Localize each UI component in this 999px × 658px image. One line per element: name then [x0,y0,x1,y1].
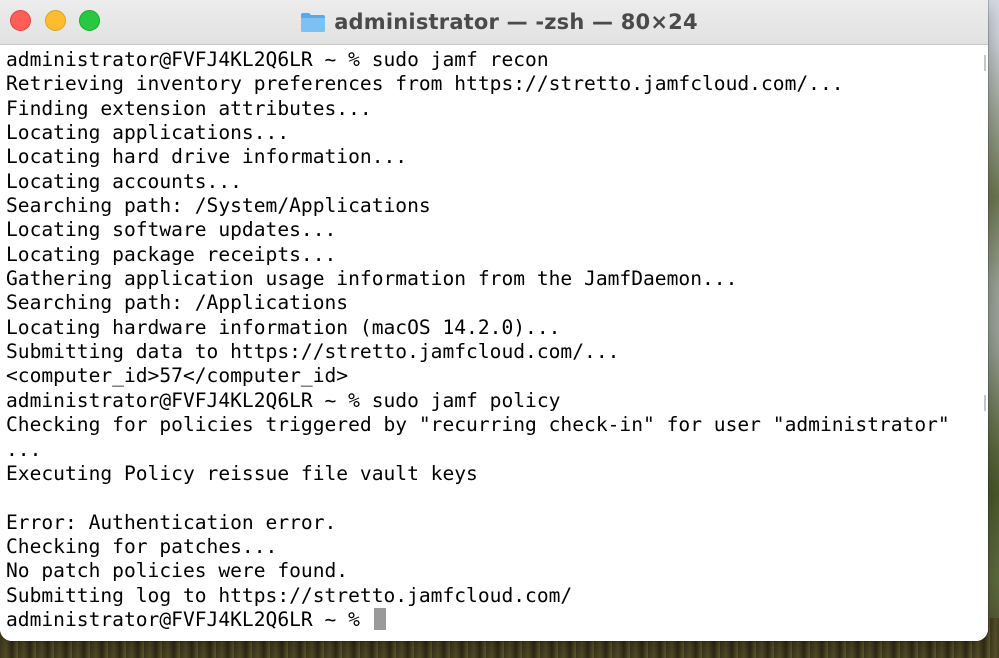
terminal-line: Locating hardware information (macOS 14.… [6,316,988,340]
prompt-mark-right [984,55,986,71]
terminal-line-text: Checking for policies triggered by "recu… [6,413,950,437]
terminal-line: No patch policies were found. [6,559,988,583]
terminal-line: Finding extension attributes... [6,97,988,121]
terminal-line: Error: Authentication error. [6,511,988,535]
terminal-line-text: Locating hardware information (macOS 14.… [6,315,561,339]
terminal-line-text: Retrieving inventory preferences from ht… [6,72,844,96]
terminal-line: Submitting data to https://stretto.jamfc… [6,340,988,364]
terminal-window[interactable]: administrator — -zsh — 80×24 administrat… [0,0,988,641]
terminal-output: administrator@FVFJ4KL2Q6LR ~ % sudo jamf… [6,48,988,632]
terminal-line: Retrieving inventory preferences from ht… [6,72,988,96]
terminal-line: Locating accounts... [6,170,988,194]
terminal-line: Checking for patches... [6,535,988,559]
terminal-line: <computer_id>57</computer_id> [6,364,988,388]
folder-icon [300,11,326,33]
terminal-line-text: Gathering application usage information … [6,267,738,291]
terminal-line: administrator@FVFJ4KL2Q6LR ~ % [6,607,988,632]
terminal-line-text: Locating package receipts... [6,242,337,266]
terminal-line: Checking for policies triggered by "recu… [6,413,988,437]
window-title: administrator — -zsh — 80×24 [334,10,698,34]
terminal-line-text: ... [6,437,42,461]
terminal-line-text: No patch policies were found. [6,559,349,583]
terminal-line: Locating package receipts... [6,243,988,267]
terminal-line-text: Error: Authentication error. [6,510,337,534]
terminal-line-text: Checking for patches... [6,534,278,558]
terminal-line-text: Submitting log to https://stretto.jamfcl… [6,583,573,607]
text-cursor [373,607,386,630]
terminal-line: ... [6,438,988,462]
terminal-line: Locating software updates... [6,218,988,242]
terminal-content[interactable]: administrator@FVFJ4KL2Q6LR ~ % sudo jamf… [0,45,988,641]
terminal-line-text: administrator@FVFJ4KL2Q6LR ~ % sudo jamf… [6,388,561,412]
terminal-line: Submitting log to https://stretto.jamfcl… [6,584,988,608]
title-bar[interactable]: administrator — -zsh — 80×24 [0,0,988,45]
prompt-mark-right [984,395,986,411]
terminal-line: administrator@FVFJ4KL2Q6LR ~ % sudo jamf… [6,389,988,413]
terminal-line-text: Locating applications... [6,121,290,145]
terminal-line: Searching path: /System/Applications [6,194,988,218]
terminal-line-text: Submitting data to https://stretto.jamfc… [6,340,620,364]
terminal-line: Searching path: /Applications [6,291,988,315]
terminal-line: Locating applications... [6,121,988,145]
terminal-line-text: <computer_id>57</computer_id> [6,364,349,388]
terminal-line-text: Searching path: /Applications [6,291,349,315]
terminal-line-text: Locating hard drive information... [6,145,408,169]
terminal-line-text: administrator@FVFJ4KL2Q6LR ~ % [6,607,372,631]
terminal-line-text: Executing Policy reissue file vault keys [6,461,478,485]
terminal-line: Locating hard drive information... [6,145,988,169]
terminal-line-text: Finding extension attributes... [6,96,372,120]
terminal-line: Executing Policy reissue file vault keys [6,462,988,486]
terminal-line-text: Searching path: /System/Applications [6,194,431,218]
terminal-line: Gathering application usage information … [6,267,988,291]
terminal-line: administrator@FVFJ4KL2Q6LR ~ % sudo jamf… [6,48,988,72]
title-group: administrator — -zsh — 80×24 [0,0,988,44]
terminal-line-text: administrator@FVFJ4KL2Q6LR ~ % sudo jamf… [6,48,549,71]
terminal-line-text: Locating software updates... [6,218,337,242]
terminal-line-text: Locating accounts... [6,169,242,193]
